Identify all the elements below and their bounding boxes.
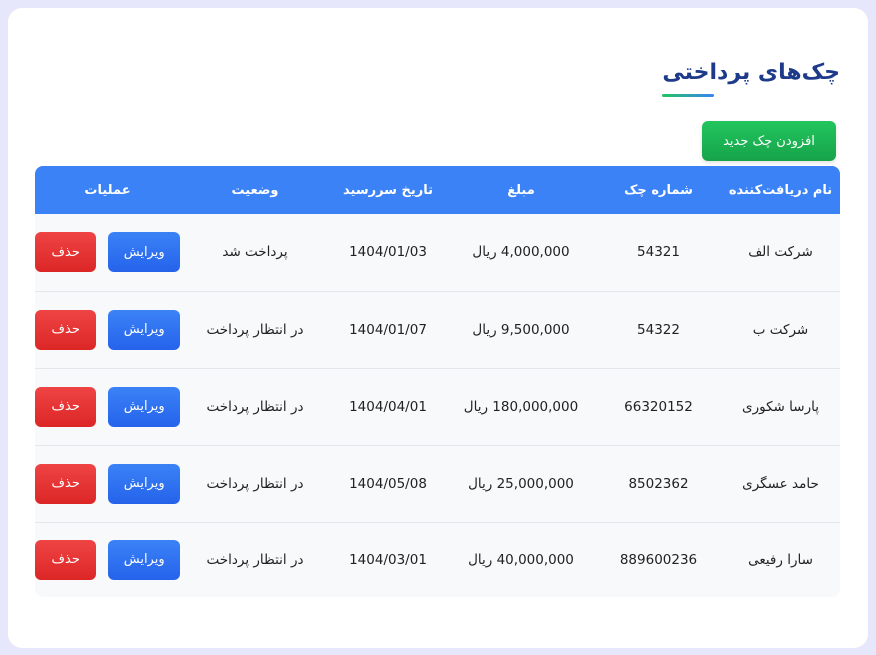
cell-status: در انتظار پرداخت [206, 551, 304, 568]
cell-amount: 40,000,000 ریال [468, 551, 574, 568]
edit-button[interactable]: ویرایش [108, 309, 180, 350]
cell-check-number: 66320152 [624, 398, 693, 415]
title-underline [662, 94, 715, 97]
cell-check-number: 54322 [637, 321, 680, 338]
edit-button[interactable]: ویرایش [108, 539, 180, 580]
table-header-row: نام دریافت‌کننده شماره چک مبلغ تاریخ سرر… [35, 166, 840, 214]
header-amount: مبلغ [507, 182, 535, 198]
cell-recipient: شرکت ب [752, 321, 809, 338]
table-row: شرکت ب 54322 9,500,000 ریال 1404/01/07 د… [35, 291, 840, 368]
cell-due-date: 1404/01/07 [349, 321, 427, 338]
row-actions: ویرایش حذف [35, 309, 180, 350]
delete-button[interactable]: حذف [35, 539, 97, 580]
cell-check-number: 8502362 [628, 475, 689, 492]
row-actions: ویرایش حذف [35, 386, 180, 427]
cell-recipient: حامد عسگری [742, 475, 819, 492]
cell-due-date: 1404/03/01 [349, 551, 427, 568]
cell-status: پرداخت شد [222, 244, 288, 261]
edit-button[interactable]: ویرایش [108, 386, 180, 427]
cell-operations: ویرایش حذف [35, 445, 180, 522]
cell-check-number: 54321 [637, 244, 680, 261]
delete-button[interactable]: حذف [35, 309, 97, 350]
cell-amount: 25,000,000 ریال [468, 475, 574, 492]
checks-table: نام دریافت‌کننده شماره چک مبلغ تاریخ سرر… [35, 166, 840, 597]
title-wrap: چک‌های پرداختی [662, 58, 840, 97]
cell-due-date: 1404/01/03 [349, 244, 427, 261]
cell-status: در انتظار پرداخت [206, 398, 304, 415]
cell-recipient: پارسا شکوری [742, 398, 819, 415]
cell-status: در انتظار پرداخت [206, 321, 304, 338]
header-due-date: تاریخ سررسید [343, 182, 433, 198]
header-check-number: شماره چک [624, 182, 693, 198]
table-row: شرکت الف 54321 4,000,000 ریال 1404/01/03… [35, 214, 840, 291]
cell-status: در انتظار پرداخت [206, 475, 304, 492]
row-actions: ویرایش حذف [35, 232, 180, 273]
cell-operations: ویرایش حذف [35, 214, 180, 291]
header-operations: عملیات [84, 182, 131, 198]
cell-recipient: سارا رفیعی [748, 551, 813, 568]
checks-table-wrap: نام دریافت‌کننده شماره چک مبلغ تاریخ سرر… [35, 166, 840, 597]
row-actions: ویرایش حذف [35, 539, 180, 580]
delete-button[interactable]: حذف [35, 232, 97, 273]
delete-button[interactable]: حذف [35, 386, 97, 427]
cell-recipient: شرکت الف [748, 244, 813, 261]
cell-amount: 4,000,000 ریال [472, 244, 570, 261]
cell-due-date: 1404/04/01 [349, 398, 427, 415]
edit-button[interactable]: ویرایش [108, 232, 180, 273]
header-recipient: نام دریافت‌کننده [728, 182, 833, 198]
table-row: پارسا شکوری 66320152 180,000,000 ریال 14… [35, 368, 840, 445]
cell-due-date: 1404/05/08 [349, 475, 427, 492]
page-title: چک‌های پرداختی [662, 60, 840, 85]
cell-operations: ویرایش حذف [35, 522, 180, 597]
edit-button[interactable]: ویرایش [108, 463, 180, 504]
cell-check-number: 889600236 [619, 551, 698, 568]
cell-amount: 9,500,000 ریال [472, 321, 570, 338]
table-row: سارا رفیعی 889600236 40,000,000 ریال 140… [35, 522, 840, 597]
add-check-button[interactable]: افزودن چک جدید [702, 121, 836, 161]
cell-amount: 180,000,000 ریال [463, 398, 579, 415]
cell-operations: ویرایش حذف [35, 291, 180, 368]
row-actions: ویرایش حذف [35, 463, 180, 504]
table-row: حامد عسگری 8502362 25,000,000 ریال 1404/… [35, 445, 840, 522]
header-status: وضعیت [231, 182, 279, 198]
delete-button[interactable]: حذف [35, 463, 97, 504]
main-card: چک‌های پرداختی افزودن چک جدید نام دریافت… [8, 8, 868, 648]
cell-operations: ویرایش حذف [35, 368, 180, 445]
